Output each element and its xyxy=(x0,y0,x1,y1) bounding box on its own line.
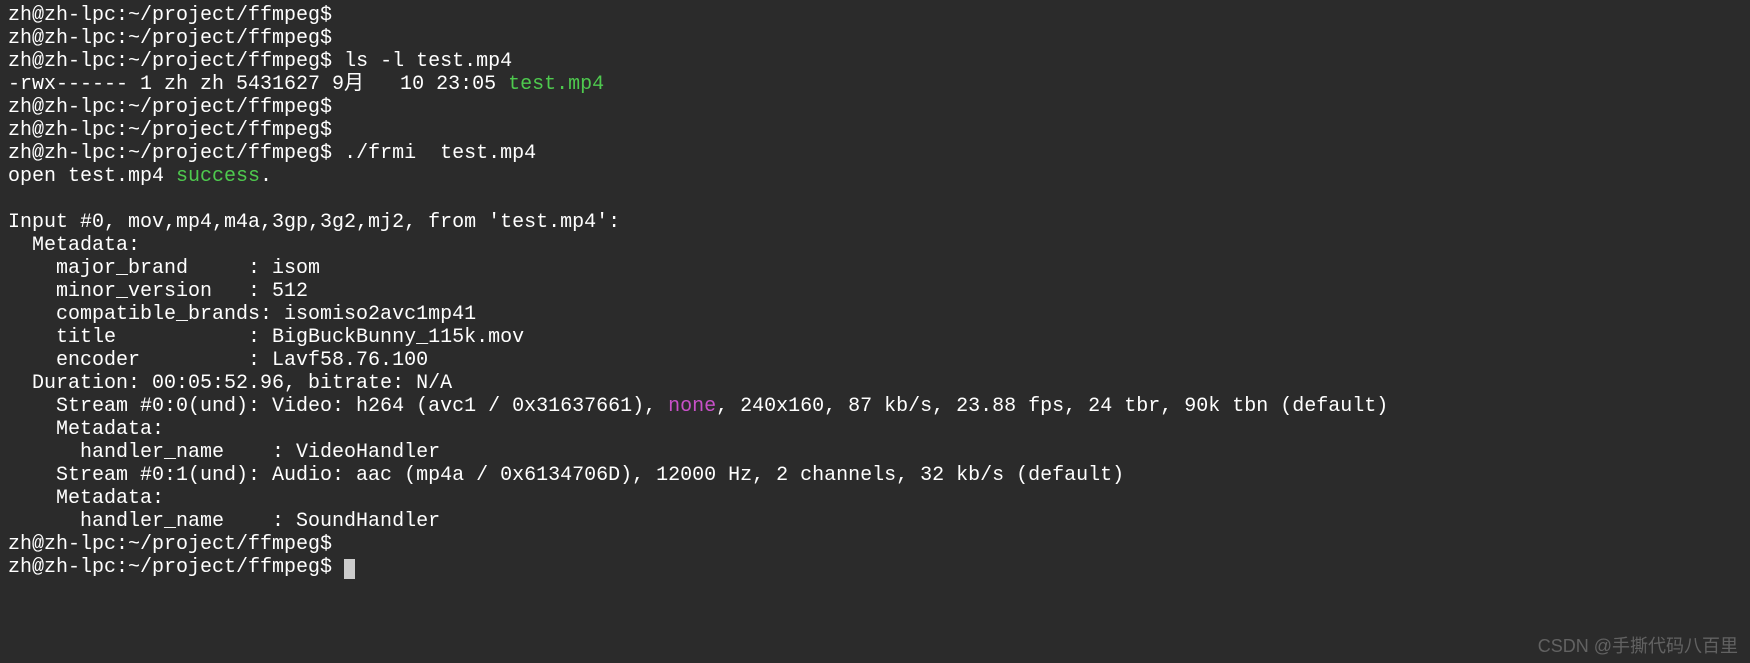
stream-0-suffix: , 240x160, 87 kb/s, 23.88 fps, 24 tbr, 9… xyxy=(716,395,1388,418)
prompt: zh@zh-lpc:~/project/ffmpeg$ xyxy=(8,119,332,142)
prompt: zh@zh-lpc:~/project/ffmpeg$ xyxy=(8,96,332,119)
prompt: zh@zh-lpc:~/project/ffmpeg$ xyxy=(8,556,332,579)
metadata-header: Metadata: xyxy=(8,234,140,257)
stream-0-prefix: Stream #0:0(und): Video: h264 (avc1 / 0x… xyxy=(8,395,668,418)
cursor-icon xyxy=(344,559,355,579)
command-frmi: ./frmi test.mp4 xyxy=(332,142,536,165)
open-text-prefix: open test.mp4 xyxy=(8,165,176,188)
meta-major-brand: major_brand : isom xyxy=(8,257,320,280)
prompt: zh@zh-lpc:~/project/ffmpeg$ xyxy=(8,142,332,165)
stream-0-pixfmt: none xyxy=(668,395,716,418)
stream-1-handler: handler_name : SoundHandler xyxy=(8,510,440,533)
prompt: zh@zh-lpc:~/project/ffmpeg$ xyxy=(8,533,332,556)
ls-filename: test.mp4 xyxy=(508,73,604,96)
open-success: success xyxy=(176,165,260,188)
meta-compatible-brands: compatible_brands: isomiso2avc1mp41 xyxy=(8,303,476,326)
terminal-output[interactable]: zh@zh-lpc:~/project/ffmpeg$ zh@zh-lpc:~/… xyxy=(8,4,1742,579)
prompt: zh@zh-lpc:~/project/ffmpeg$ xyxy=(8,50,332,73)
prompt: zh@zh-lpc:~/project/ffmpeg$ xyxy=(8,27,332,50)
stream-0-handler: handler_name : VideoHandler xyxy=(8,441,440,464)
stream-0-metadata: Metadata: xyxy=(8,418,164,441)
meta-title: title : BigBuckBunny_115k.mov xyxy=(8,326,524,349)
ls-permissions: -rwx------ 1 zh zh 5431627 9月 10 23:05 xyxy=(8,73,508,96)
command-ls: ls -l test.mp4 xyxy=(332,50,512,73)
meta-encoder: encoder : Lavf58.76.100 xyxy=(8,349,428,372)
open-text-suffix: . xyxy=(260,165,272,188)
watermark-text: CSDN @手撕代码八百里 xyxy=(1538,636,1738,657)
input-header: Input #0, mov,mp4,m4a,3gp,3g2,mj2, from … xyxy=(8,211,620,234)
prompt: zh@zh-lpc:~/project/ffmpeg$ xyxy=(8,4,332,27)
stream-1-metadata: Metadata: xyxy=(8,487,164,510)
duration-line: Duration: 00:05:52.96, bitrate: N/A xyxy=(8,372,452,395)
meta-minor-version: minor_version : 512 xyxy=(8,280,308,303)
stream-1: Stream #0:1(und): Audio: aac (mp4a / 0x6… xyxy=(8,464,1124,487)
